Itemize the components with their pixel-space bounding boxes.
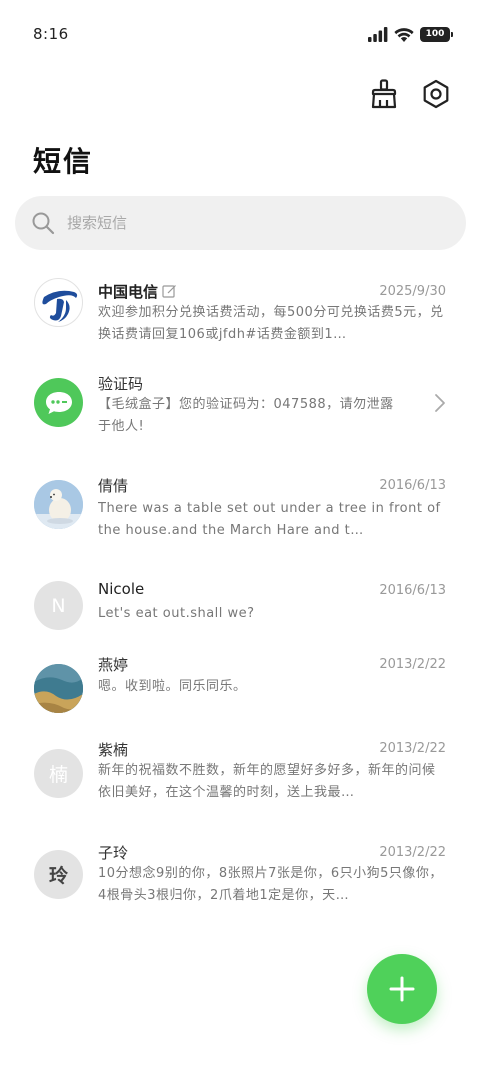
settings-icon bbox=[423, 79, 449, 109]
conversation-name: Nicole bbox=[98, 580, 144, 598]
conversation-item-verification[interactable]: 验证码 【毛绒盒子】您的验证码为：047588，请勿泄露于他人! bbox=[0, 358, 480, 460]
conversation-preview: 【毛绒盒子】您的验证码为：047588，请勿泄露于他人! bbox=[98, 397, 394, 434]
avatar: 楠 bbox=[34, 749, 83, 798]
china-telecom-logo bbox=[41, 290, 77, 322]
status-time: 8:16 bbox=[33, 25, 69, 43]
conversation-name-text: 验证码 bbox=[98, 375, 144, 393]
conversation-name-text: 中国电信 bbox=[98, 283, 159, 301]
conversation-name: 紫楠 bbox=[98, 739, 128, 760]
conversation-date: 2016/6/13 bbox=[379, 583, 446, 598]
avatar bbox=[34, 664, 83, 713]
conversation-date: 2013/2/22 bbox=[379, 845, 446, 860]
conversation-name: 倩倩 bbox=[98, 475, 128, 496]
signal-icon bbox=[368, 26, 388, 42]
wifi-icon bbox=[394, 27, 414, 42]
conversation-preview: Let's eat out.shall we? bbox=[98, 606, 255, 621]
conversation-name: 中国电信 bbox=[98, 281, 177, 302]
page-title: 短信 bbox=[33, 145, 94, 178]
conversation-item-qianqian[interactable]: 倩倩 2016/6/13 There was a table set out u… bbox=[0, 460, 480, 562]
chevron-right-icon bbox=[435, 394, 445, 412]
avatar bbox=[34, 480, 83, 529]
new-message-button[interactable] bbox=[367, 954, 437, 1024]
conversation-item-zinan[interactable]: 楠 紫楠 2013/2/22 新年的祝福数不胜数，新年的愿望好多好多，新年的问候… bbox=[0, 730, 480, 832]
avatar-letter: 玲 bbox=[48, 865, 68, 887]
plus-icon bbox=[389, 976, 415, 1002]
conversation-name-text: 子玲 bbox=[98, 844, 129, 862]
clean-button[interactable] bbox=[366, 76, 402, 112]
status-icons: 100 bbox=[368, 24, 453, 44]
conversation-date: 2025/9/30 bbox=[379, 284, 446, 299]
avatar: 玲 bbox=[34, 850, 83, 899]
conversation-item-ziling[interactable]: 玲 子玲 2013/2/22 10分想念9别的你，8张照片7张是你，6只小狗5只… bbox=[0, 832, 480, 922]
landscape-photo bbox=[34, 664, 83, 713]
status-bar: 8:16 100 bbox=[0, 0, 480, 68]
messages-screen: 8:16 100 短信 搜索短信 中国电信 2025/9/30 欢迎参加积分兑换… bbox=[0, 0, 480, 1067]
avatar bbox=[34, 378, 83, 427]
conversation-name-text: Nicole bbox=[98, 580, 145, 598]
conversation-date: 2013/2/22 bbox=[379, 741, 446, 756]
conversation-name-text: 燕婷 bbox=[98, 656, 129, 674]
battery-icon: 100 bbox=[420, 26, 453, 42]
conversation-list: 中国电信 2025/9/30 欢迎参加积分兑换话费活动，每500分可兑换话费5元… bbox=[0, 268, 480, 922]
battery-level: 100 bbox=[425, 29, 445, 39]
conversation-item-yanting[interactable]: 燕婷 2013/2/22 嗯。收到啦。同乐同乐。 bbox=[0, 646, 480, 730]
edit-icon bbox=[162, 285, 176, 298]
message-bubble-icon bbox=[45, 391, 72, 414]
conversation-item-nicole[interactable]: N Nicole 2016/6/13 Let's eat out.shall w… bbox=[0, 562, 480, 646]
search-input[interactable] bbox=[67, 214, 427, 232]
conversation-name-text: 倩倩 bbox=[98, 477, 129, 495]
top-actions bbox=[366, 76, 454, 112]
avatar-letter: N bbox=[51, 594, 66, 617]
polar-bear-photo bbox=[34, 480, 83, 529]
conversation-date: 2016/6/13 bbox=[379, 478, 446, 493]
avatar bbox=[34, 278, 83, 327]
conversation-item-china-telecom[interactable]: 中国电信 2025/9/30 欢迎参加积分兑换话费活动，每500分可兑换话费5元… bbox=[0, 268, 480, 358]
conversation-name: 验证码 bbox=[98, 373, 143, 394]
settings-button[interactable] bbox=[418, 76, 454, 112]
avatar: N bbox=[34, 581, 83, 630]
search-bar[interactable] bbox=[15, 196, 466, 250]
conversation-preview: 嗯。收到啦。同乐同乐。 bbox=[98, 679, 247, 694]
conversation-preview: There was a table set out under a tree i… bbox=[98, 501, 441, 538]
avatar-letter: 楠 bbox=[48, 764, 68, 786]
conversation-name: 燕婷 bbox=[98, 654, 128, 675]
conversation-name-text: 紫楠 bbox=[98, 741, 129, 759]
conversation-preview: 10分想念9别的你，8张照片7张是你，6只小狗5只像你，4根骨头3根归你，2爪着… bbox=[98, 866, 443, 903]
conversation-date: 2013/2/22 bbox=[379, 657, 446, 672]
conversation-name: 子玲 bbox=[98, 842, 128, 863]
search-icon bbox=[32, 212, 55, 235]
conversation-preview: 新年的祝福数不胜数，新年的愿望好多好多，新年的问候依旧美好，在这个温馨的时刻，送… bbox=[98, 763, 436, 800]
conversation-preview: 欢迎参加积分兑换话费活动，每500分可兑换话费5元，兑换话费请回复106或jfd… bbox=[98, 305, 444, 342]
clean-icon bbox=[371, 79, 397, 109]
